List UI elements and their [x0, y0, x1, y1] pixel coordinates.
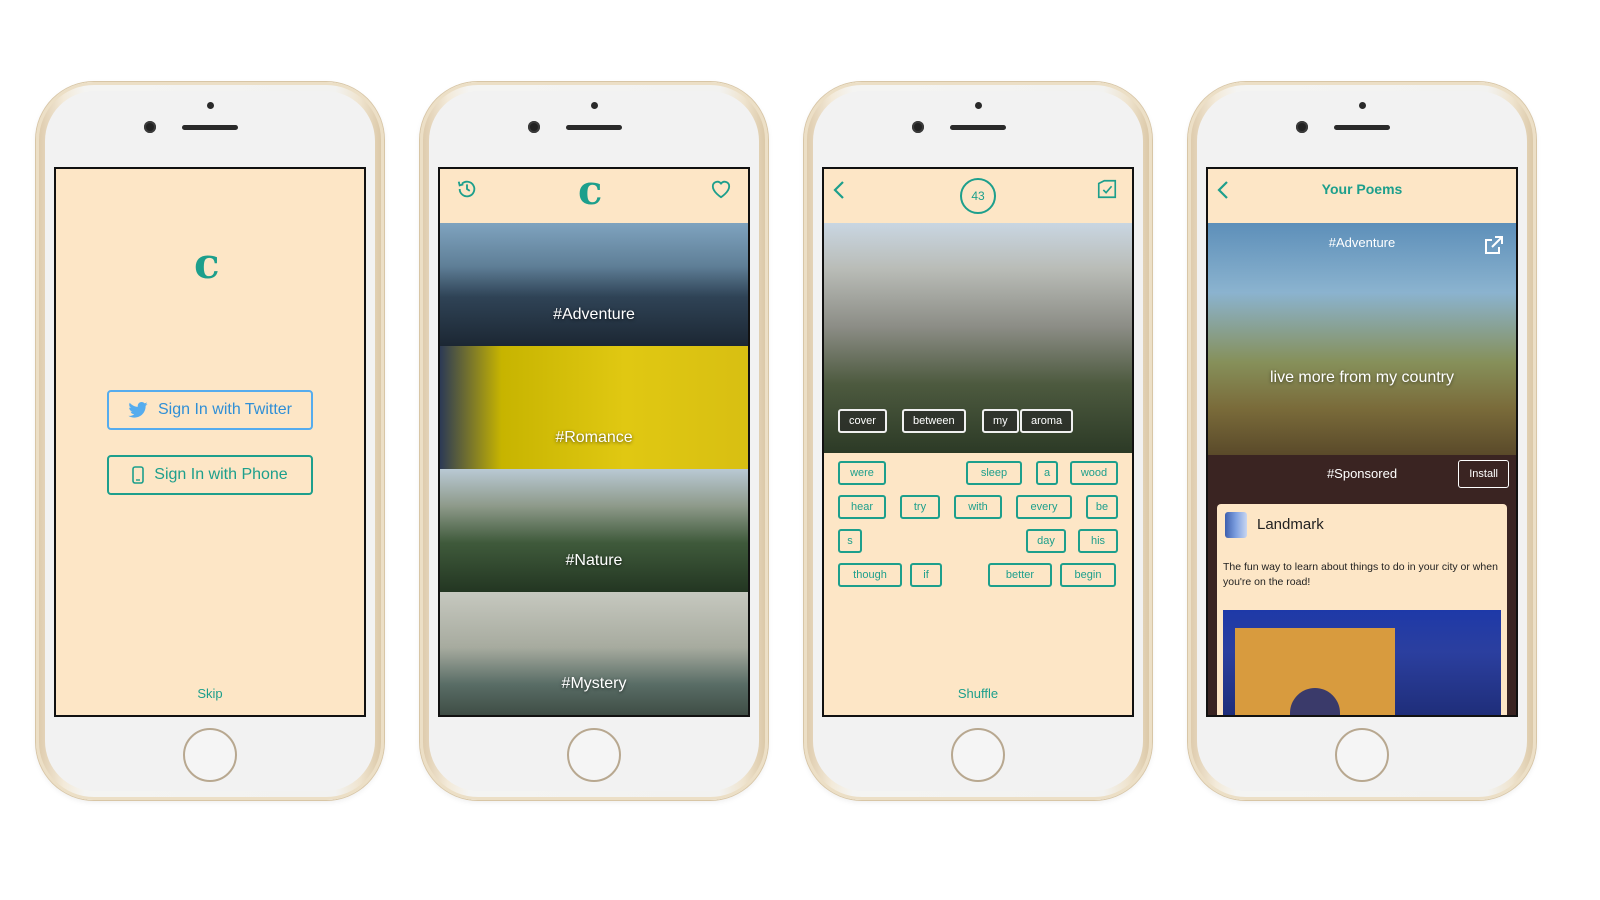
categories-screen: c #Adventure #Romance #Nature #Mystery — [438, 167, 750, 717]
app-logo: c — [578, 167, 603, 214]
word-tile[interactable]: be — [1086, 495, 1118, 519]
front-sensor — [591, 102, 598, 109]
placed-word[interactable]: cover — [838, 409, 887, 433]
sign-in-twitter-button[interactable]: Sign In with Twitter — [107, 390, 313, 430]
home-button[interactable] — [1335, 728, 1389, 782]
countdown-timer: 43 — [960, 178, 996, 214]
your-poems-screen: Your Poems #Adventure live more from my … — [1206, 167, 1518, 717]
sponsored-bar: #Sponsored Install — [1208, 455, 1516, 495]
arc-de-triomphe-image — [1235, 628, 1395, 715]
phone-2: c #Adventure #Romance #Nature #Mystery — [420, 82, 768, 800]
word-tile[interactable]: s — [838, 529, 862, 553]
shuffle-button[interactable]: Shuffle — [824, 686, 1132, 701]
share-external-icon[interactable] — [1484, 235, 1504, 255]
word-tile[interactable]: his — [1078, 529, 1118, 553]
ad-title: Landmark — [1257, 516, 1324, 533]
sign-in-screen: c Sign In with Twitter Sign In with Phon… — [54, 167, 366, 717]
word-tile[interactable]: day — [1026, 529, 1066, 553]
phone-icon — [132, 466, 145, 484]
top-bar: Your Poems — [1208, 169, 1516, 223]
top-bar: c — [440, 169, 748, 223]
heart-icon[interactable] — [710, 179, 732, 199]
placed-word[interactable]: my — [982, 409, 1019, 433]
word-tile[interactable]: hear — [838, 495, 886, 519]
word-tile[interactable]: begin — [1060, 563, 1116, 587]
earpiece-speaker — [182, 125, 238, 130]
earpiece-speaker — [566, 125, 622, 130]
category-mystery[interactable]: #Mystery — [440, 592, 748, 715]
category-nature[interactable]: #Nature — [440, 469, 748, 592]
top-bar: 43 — [824, 169, 1132, 223]
phone-4: Your Poems #Adventure live more from my … — [1188, 82, 1536, 800]
placed-word[interactable]: between — [902, 409, 966, 433]
word-tile[interactable]: though — [838, 563, 902, 587]
poem-category-tag: #Adventure — [1328, 235, 1396, 250]
skip-link[interactable]: Skip — [56, 686, 364, 701]
page-title: Your Poems — [1321, 181, 1403, 197]
word-tile[interactable]: with — [954, 495, 1002, 519]
category-label: #Nature — [565, 552, 623, 569]
front-sensor — [1359, 102, 1366, 109]
ad-card[interactable]: Landmark The fun way to learn about thin… — [1217, 504, 1507, 715]
ad-area: Landmark The fun way to learn about thin… — [1208, 495, 1516, 715]
word-tile[interactable]: a — [1036, 461, 1058, 485]
word-tile[interactable]: better — [988, 563, 1052, 587]
install-button[interactable]: Install — [1458, 460, 1509, 488]
phone-3: 43 cover between my aroma were sleep a w… — [804, 82, 1152, 800]
category-romance[interactable]: #Romance — [440, 346, 748, 469]
front-camera — [912, 121, 924, 133]
category-label: #Romance — [555, 429, 633, 446]
category-adventure[interactable]: #Adventure — [440, 223, 748, 346]
word-tile[interactable]: sleep — [966, 461, 1022, 485]
twitter-bird-icon — [128, 402, 148, 418]
placed-word[interactable]: aroma — [1020, 409, 1074, 433]
ad-image — [1223, 610, 1501, 715]
poem-builder-screen: 43 cover between my aroma were sleep a w… — [822, 167, 1134, 717]
app-logo: c — [194, 239, 220, 288]
poem-text: live more from my country — [1269, 369, 1455, 386]
word-tile[interactable]: wood — [1070, 461, 1118, 485]
front-camera — [1296, 121, 1308, 133]
word-tile[interactable]: every — [1016, 495, 1072, 519]
landmark-app-icon — [1225, 512, 1247, 538]
twitter-button-label: Sign In with Twitter — [158, 401, 292, 418]
phone-1: c Sign In with Twitter Sign In with Phon… — [36, 82, 384, 800]
word-tile[interactable]: try — [900, 495, 940, 519]
back-chevron-icon[interactable] — [832, 180, 846, 200]
word-tile[interactable]: were — [838, 461, 886, 485]
save-poem-icon[interactable] — [1096, 178, 1118, 200]
category-label: #Adventure — [553, 306, 635, 323]
word-tile[interactable]: if — [910, 563, 942, 587]
arch-opening — [1290, 688, 1340, 715]
history-icon[interactable] — [456, 178, 478, 200]
waterfall-photo: cover between my aroma — [824, 223, 1132, 453]
home-button[interactable] — [951, 728, 1005, 782]
phone-button-label: Sign In with Phone — [154, 466, 288, 483]
sign-in-phone-button[interactable]: Sign In with Phone — [107, 455, 313, 495]
front-camera — [528, 121, 540, 133]
front-sensor — [207, 102, 214, 109]
home-button[interactable] — [183, 728, 237, 782]
earpiece-speaker — [1334, 125, 1390, 130]
ad-description: The fun way to learn about things to do … — [1223, 561, 1498, 588]
front-sensor — [975, 102, 982, 109]
category-label: #Mystery — [561, 675, 627, 692]
front-camera — [144, 121, 156, 133]
home-button[interactable] — [567, 728, 621, 782]
poem-card-photo[interactable]: #Adventure live more from my country — [1208, 223, 1516, 455]
earpiece-speaker — [950, 125, 1006, 130]
